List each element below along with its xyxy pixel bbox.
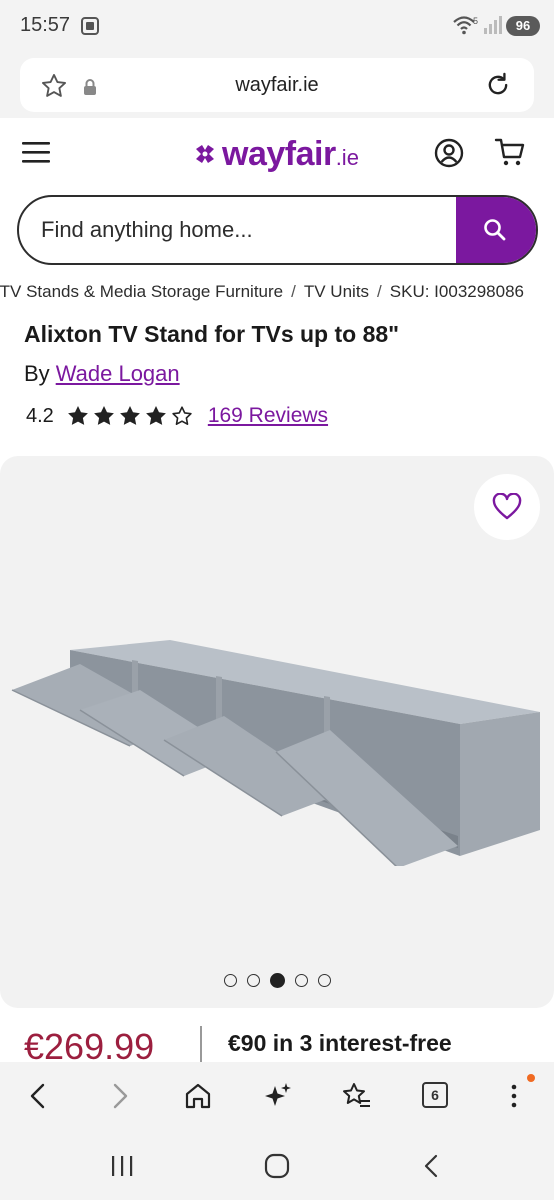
svg-text:5: 5 bbox=[473, 16, 478, 26]
price-row: €269.99 €90 in 3 interest-free bbox=[0, 1018, 554, 1062]
home-icon[interactable] bbox=[182, 1080, 214, 1112]
gallery-dot[interactable] bbox=[317, 974, 331, 987]
installment-text: €90 in 3 interest-free bbox=[228, 1030, 452, 1056]
search-icon bbox=[484, 219, 506, 241]
browser-address-bar: wayfair.ie bbox=[0, 52, 554, 118]
browser-toolbar: 6 bbox=[0, 1062, 554, 1130]
forward-icon[interactable] bbox=[104, 1080, 136, 1112]
breadcrumb-separator: / bbox=[377, 282, 382, 301]
url-text[interactable]: wayfair.ie bbox=[20, 74, 534, 97]
product-price: €269.99 bbox=[24, 1026, 155, 1062]
gallery-dot[interactable] bbox=[294, 974, 308, 987]
by-label: By bbox=[24, 361, 50, 386]
breadcrumb-item-category[interactable]: TV Stands & Media Storage Furniture bbox=[0, 282, 283, 301]
wishlist-button[interactable] bbox=[474, 474, 540, 540]
price-divider bbox=[200, 1026, 202, 1062]
signal-icon bbox=[482, 14, 502, 36]
notification-dot bbox=[527, 1074, 535, 1082]
more-icon[interactable] bbox=[498, 1080, 530, 1112]
product-image bbox=[11, 640, 540, 866]
nav-back-icon[interactable] bbox=[418, 1152, 446, 1180]
site-header: wayfair .ie bbox=[0, 118, 554, 190]
recents-icon[interactable] bbox=[108, 1152, 136, 1180]
star-filled-icon bbox=[145, 406, 166, 425]
status-time: 15:57 bbox=[20, 14, 71, 36]
logo-tld: .ie bbox=[335, 145, 359, 170]
back-icon[interactable] bbox=[22, 1080, 54, 1112]
status-bar: 15:57 5 96 bbox=[0, 0, 554, 52]
breadcrumb-separator: / bbox=[291, 282, 296, 301]
camera-screenshot-icon bbox=[80, 16, 100, 36]
bookmarks-icon[interactable] bbox=[340, 1080, 372, 1112]
breadcrumb: TV Stands & Media Storage Furniture / TV U… bbox=[0, 282, 554, 306]
brand-line: By Wade Logan bbox=[24, 361, 180, 387]
product-title: Alixton TV Stand for TVs up to 88" bbox=[24, 321, 400, 347]
gallery-dot-active[interactable] bbox=[269, 973, 285, 988]
logo-mark-icon bbox=[196, 145, 214, 163]
reload-icon[interactable] bbox=[484, 71, 512, 99]
breadcrumb-item-sku: SKU: I003298086 bbox=[389, 282, 524, 301]
star-filled-icon bbox=[119, 406, 140, 425]
wifi-icon: 5 bbox=[452, 14, 480, 36]
search-input[interactable] bbox=[41, 197, 451, 263]
star-filled-icon bbox=[93, 406, 114, 425]
menu-icon[interactable] bbox=[22, 140, 50, 164]
brand-link[interactable]: Wade Logan bbox=[56, 361, 180, 386]
battery-badge: 96 bbox=[506, 16, 540, 36]
gallery-dot[interactable] bbox=[246, 974, 260, 987]
cart-icon[interactable] bbox=[494, 136, 526, 168]
site-logo[interactable]: wayfair .ie bbox=[192, 134, 359, 174]
account-icon[interactable] bbox=[434, 138, 464, 168]
rating-line: 4.2 169 Reviews bbox=[26, 402, 328, 430]
reviews-link[interactable]: 169 Reviews bbox=[208, 404, 328, 428]
search-button[interactable] bbox=[456, 197, 536, 263]
logo-wordmark: wayfair bbox=[222, 134, 336, 173]
sparkle-icon[interactable] bbox=[262, 1080, 294, 1112]
home-pill-icon[interactable] bbox=[263, 1152, 291, 1180]
heart-icon bbox=[492, 493, 522, 520]
breadcrumb-item-tv-units[interactable]: TV Units bbox=[304, 282, 369, 301]
system-nav-bar bbox=[0, 1130, 554, 1200]
star-outline-icon bbox=[172, 406, 192, 425]
product-image-gallery[interactable] bbox=[0, 456, 554, 1008]
star-rating bbox=[66, 404, 194, 428]
url-box[interactable]: wayfair.ie bbox=[20, 58, 534, 112]
rating-value: 4.2 bbox=[26, 404, 54, 427]
tabs-icon[interactable]: 6 bbox=[422, 1082, 448, 1108]
gallery-dot[interactable] bbox=[223, 974, 237, 987]
search-bar bbox=[17, 195, 538, 265]
star-filled-icon bbox=[67, 406, 88, 425]
gallery-pagination bbox=[0, 973, 554, 988]
